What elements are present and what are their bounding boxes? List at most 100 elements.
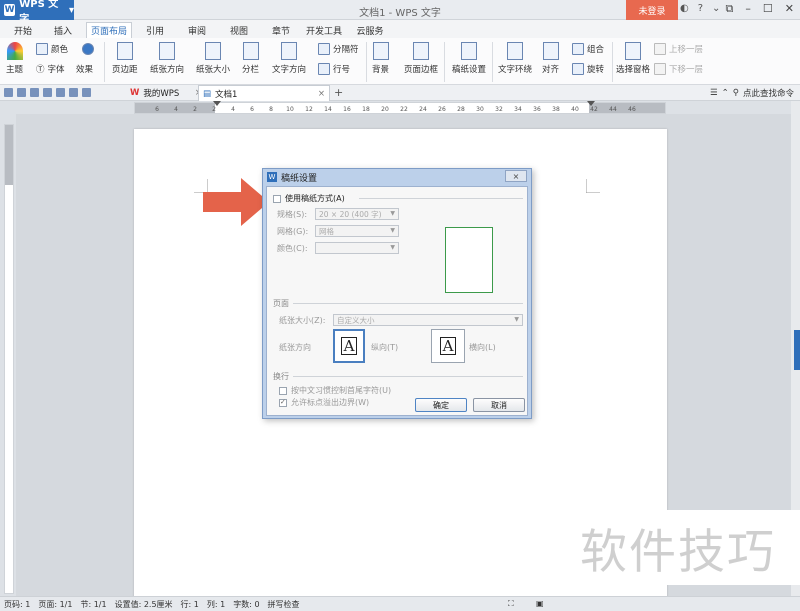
wps-logo-icon: W xyxy=(4,4,16,16)
orientation-button[interactable]: 纸张方向 xyxy=(150,42,184,75)
spec-label: 规格(S): xyxy=(277,210,308,219)
close-tab-icon[interactable]: × xyxy=(318,89,325,99)
vertical-ruler[interactable] xyxy=(4,124,14,594)
columns-icon xyxy=(242,42,259,60)
app-menu-button[interactable]: W WPS 文字 ▾ xyxy=(0,0,74,25)
ruler-label: 14 xyxy=(324,106,332,113)
portrait-option[interactable]: A xyxy=(333,329,365,363)
ruler-label: 30 xyxy=(476,106,484,113)
ruler-label: 42 xyxy=(590,106,598,113)
line-numbers-icon xyxy=(318,63,330,75)
text-direction-button[interactable]: 文字方向 xyxy=(272,42,306,75)
indent-marker[interactable] xyxy=(213,101,221,106)
selection-pane-button[interactable]: 选择窗格 xyxy=(616,42,650,75)
page-break-button[interactable]: 分隔符 xyxy=(318,43,359,55)
watermark: 软件技巧 xyxy=(556,510,800,585)
use-paper-checkbox[interactable] xyxy=(273,194,281,203)
send-backward-button[interactable]: 下移一层 xyxy=(654,63,703,75)
fullscreen-icon[interactable]: ⛶ xyxy=(508,599,514,609)
opt2-checkbox[interactable] xyxy=(279,398,287,407)
fonts-button[interactable]: Ⓣ 字体 xyxy=(36,63,65,75)
color-select[interactable]: ▼ xyxy=(315,242,399,254)
tab-cloud[interactable]: 云服务 xyxy=(350,22,390,38)
tab-insert[interactable]: 插入 xyxy=(46,22,80,38)
effects-button[interactable]: 效果 xyxy=(76,63,93,75)
use-paper-checkbox-row[interactable]: 使用稿纸方式(A) xyxy=(273,193,345,204)
right-indent-marker[interactable] xyxy=(587,101,595,106)
dialog-title-bar[interactable]: W 稿纸设置 xyxy=(263,169,531,185)
close-icon[interactable]: ✕ xyxy=(785,2,794,16)
wrap-text-button[interactable]: 文字环绕 xyxy=(498,42,532,75)
margins-button[interactable]: 页边距 xyxy=(112,42,138,75)
settings-icon[interactable]: ☰ xyxy=(710,88,718,98)
more-icon[interactable]: ⌄ xyxy=(712,3,720,14)
redo-icon[interactable] xyxy=(82,88,91,97)
page-break-icon xyxy=(318,43,330,55)
landscape-option[interactable]: A xyxy=(431,329,465,363)
colors-button[interactable]: 颜色 xyxy=(36,43,68,55)
opt2-row[interactable]: 允许标点溢出边界(W) xyxy=(279,397,369,408)
margins-icon xyxy=(116,42,133,60)
maximize-icon[interactable]: ☐ xyxy=(763,2,773,16)
page-view-icon[interactable]: ▣ xyxy=(536,599,544,608)
tab-references[interactable]: 引用 xyxy=(138,22,172,38)
tab-review[interactable]: 审阅 xyxy=(180,22,214,38)
undo-icon[interactable] xyxy=(69,88,78,97)
horizontal-ruler[interactable]: 6 4 2 2 4 6 8 10 12 14 16 18 20 22 24 26 28 30 32 34 36 38 40 4… xyxy=(134,101,666,114)
help-icon[interactable]: ? xyxy=(698,3,703,14)
spec-select[interactable]: 20 × 20 (400 字) ▼ xyxy=(315,208,399,220)
orientation-icon xyxy=(159,42,175,60)
tab-page-layout[interactable]: 页面布局 xyxy=(86,22,132,38)
ruler-label: 40 xyxy=(571,106,579,113)
export-icon[interactable] xyxy=(30,88,39,97)
opt1-checkbox[interactable] xyxy=(279,386,287,395)
tab-view[interactable]: 视图 xyxy=(222,22,256,38)
tab-developer[interactable]: 开发工具 xyxy=(302,22,346,38)
tab-mywps[interactable]: W 我的WPS × xyxy=(126,85,206,101)
draft-paper-button[interactable]: 稿纸设置 xyxy=(452,42,486,75)
margin-corner-tr xyxy=(586,179,600,193)
status-spellcheck[interactable]: 拼写检查 xyxy=(268,599,300,610)
open-icon[interactable] xyxy=(4,88,13,97)
group-button[interactable]: 组合 xyxy=(572,43,604,55)
ruler-label: 32 xyxy=(495,106,503,113)
bring-forward-button[interactable]: 上移一层 xyxy=(654,43,703,55)
restore-icon[interactable]: ⧉ xyxy=(726,2,734,16)
dialog-title: 稿纸设置 xyxy=(281,173,318,184)
tab-home[interactable]: 开始 xyxy=(6,22,40,38)
skin-icon[interactable]: ◐ xyxy=(680,3,689,14)
collapse-icon[interactable]: ⌃ xyxy=(722,88,729,98)
rotate-button[interactable]: 旋转 xyxy=(572,63,604,75)
print-icon[interactable] xyxy=(43,88,52,97)
palette-icon xyxy=(36,43,48,55)
minimize-icon[interactable]: – xyxy=(745,2,751,16)
cancel-button[interactable]: 取消 xyxy=(473,398,525,412)
line-numbers-button[interactable]: 行号 xyxy=(318,63,350,75)
command-search[interactable]: ☰ ⌃ ⚲ 点此查找命令 xyxy=(710,87,794,99)
preview-icon[interactable] xyxy=(56,88,65,97)
ruler-label: 10 xyxy=(286,106,294,113)
align-button[interactable]: 对齐 xyxy=(542,42,559,75)
landscape-label: 横向(L) xyxy=(469,343,496,352)
scrollbar-thumb[interactable] xyxy=(794,330,800,370)
background-button[interactable]: 背景 xyxy=(372,42,389,75)
grid-select[interactable]: 网格 ▼ xyxy=(315,225,399,237)
effects-swatch[interactable] xyxy=(82,43,94,55)
save-icon[interactable] xyxy=(17,88,26,97)
color-label: 颜色(C): xyxy=(277,244,308,253)
ok-button[interactable]: 确定 xyxy=(415,398,467,412)
page-border-button[interactable]: 页面边框 xyxy=(404,42,438,75)
login-button[interactable]: 未登录 xyxy=(626,0,678,20)
arrow-shape xyxy=(203,178,269,226)
theme-button[interactable]: 主题 xyxy=(6,42,23,75)
ruler-label: 18 xyxy=(362,106,370,113)
tab-chapter[interactable]: 章节 xyxy=(264,22,298,38)
paper-size-select[interactable]: 自定义大小 ▼ xyxy=(333,314,523,326)
opt1-row[interactable]: 按中文习惯控制首尾字符(U) xyxy=(279,385,391,396)
new-tab-icon[interactable]: + xyxy=(334,86,343,99)
paper-preview xyxy=(445,227,493,293)
dialog-close-button[interactable]: × xyxy=(505,170,527,182)
tab-document[interactable]: ▤ 文档1 × xyxy=(198,85,330,101)
columns-button[interactable]: 分栏 xyxy=(242,42,259,75)
size-button[interactable]: 纸张大小 xyxy=(196,42,230,75)
